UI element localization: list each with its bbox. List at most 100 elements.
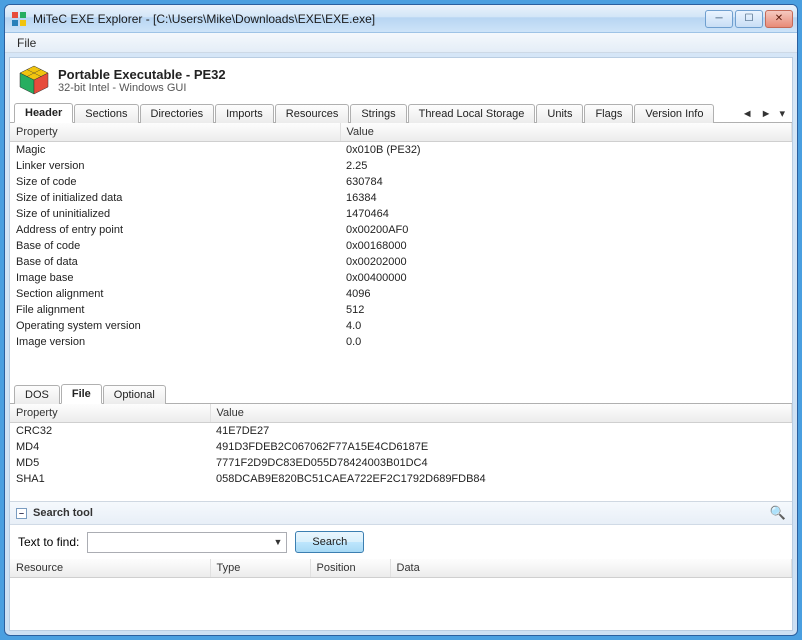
table-row[interactable]: CRC3241E7DE27	[10, 423, 792, 439]
main-tabs: HeaderSectionsDirectoriesImportsResource…	[10, 102, 792, 123]
search-button[interactable]: Search	[295, 531, 364, 553]
value-cell: 0.0	[340, 334, 792, 350]
property-cell: File alignment	[10, 302, 340, 318]
sub-tabs: DOSFileOptional	[10, 379, 792, 404]
value-cell: 0x00168000	[340, 238, 792, 254]
property-cell: CRC32	[10, 423, 210, 439]
table-row[interactable]: Image base0x00400000	[10, 270, 792, 286]
table-row[interactable]: Image version0.0	[10, 334, 792, 350]
table-row[interactable]: Operating system version4.0	[10, 318, 792, 334]
search-label: Text to find:	[18, 535, 79, 549]
table-row[interactable]: Size of uninitialized1470464	[10, 206, 792, 222]
table-row[interactable]: Size of initialized data16384	[10, 190, 792, 206]
column-header[interactable]: Property	[10, 123, 340, 142]
property-cell: SHA1	[10, 471, 210, 487]
value-cell: 512	[340, 302, 792, 318]
search-input[interactable]: ▼	[87, 532, 287, 553]
tab-header[interactable]: Header	[14, 103, 73, 123]
tab-dropdown-icon[interactable]: ▾	[776, 107, 788, 120]
tab-directories[interactable]: Directories	[140, 104, 215, 123]
main-grid-scroll[interactable]: PropertyValue Magic0x010B (PE32)Linker v…	[10, 123, 792, 379]
subtab-file[interactable]: File	[61, 384, 102, 404]
property-cell: Size of uninitialized	[10, 206, 340, 222]
table-row[interactable]: Magic0x010B (PE32)	[10, 142, 792, 159]
property-cell: Operating system version	[10, 318, 340, 334]
value-cell: 0x00202000	[340, 254, 792, 270]
table-row[interactable]: File alignment512	[10, 302, 792, 318]
property-cell: Size of initialized data	[10, 190, 340, 206]
results-grid: ResourceTypePositionData	[10, 559, 792, 604]
property-cell: Image base	[10, 270, 340, 286]
column-header[interactable]: Property	[10, 404, 210, 423]
property-cell: Linker version	[10, 158, 340, 174]
value-cell: 7771F2D9DC83ED055D78424003B01DC4	[210, 455, 792, 471]
table-row[interactable]: Address of entry point0x00200AF0	[10, 222, 792, 238]
column-header[interactable]: Position	[310, 559, 390, 578]
tab-strings[interactable]: Strings	[350, 104, 406, 123]
property-cell: Section alignment	[10, 286, 340, 302]
tab-scroll-controls: ◄ ► ▾	[739, 107, 788, 122]
tab-sections[interactable]: Sections	[74, 104, 138, 123]
column-header[interactable]: Type	[210, 559, 310, 578]
subtab-optional[interactable]: Optional	[103, 385, 166, 404]
column-header[interactable]: Resource	[10, 559, 210, 578]
tab-scroll-right-icon[interactable]: ►	[758, 108, 775, 120]
value-cell: 491D3FDEB2C067062F77A15E4CD6187E	[210, 439, 792, 455]
maximize-button[interactable]: ☐	[735, 10, 763, 28]
table-row[interactable]: Linker version2.25	[10, 158, 792, 174]
menubar: File	[5, 33, 797, 53]
tab-thread-local-storage[interactable]: Thread Local Storage	[408, 104, 536, 123]
property-cell: Base of code	[10, 238, 340, 254]
value-cell: 4096	[340, 286, 792, 302]
table-row[interactable]: MD4491D3FDEB2C067062F77A15E4CD6187E	[10, 439, 792, 455]
tab-scroll-left-icon[interactable]: ◄	[739, 108, 756, 120]
property-cell: Address of entry point	[10, 222, 340, 238]
menu-file[interactable]: File	[9, 34, 44, 52]
tab-imports[interactable]: Imports	[215, 104, 274, 123]
property-cell: Base of data	[10, 254, 340, 270]
tab-flags[interactable]: Flags	[584, 104, 633, 123]
subtab-dos[interactable]: DOS	[14, 385, 60, 404]
window-title: MiTeC EXE Explorer - [C:\Users\Mike\Down…	[33, 12, 705, 26]
value-cell: 058DCAB9E820BC51CAEA722EF2C1792D689FDB84	[210, 471, 792, 487]
hash-grid: PropertyValue CRC3241E7DE27MD4491D3FDEB2…	[10, 404, 792, 501]
search-panel-header: – Search tool 🔍	[10, 502, 792, 525]
property-cell: Magic	[10, 142, 340, 159]
value-cell: 0x010B (PE32)	[340, 142, 792, 159]
tab-units[interactable]: Units	[536, 104, 583, 123]
value-cell: 16384	[340, 190, 792, 206]
search-panel: – Search tool 🔍 Text to find: ▼ Search R…	[10, 501, 792, 604]
titlebar[interactable]: MiTeC EXE Explorer - [C:\Users\Mike\Down…	[5, 5, 797, 33]
close-button[interactable]: ✕	[765, 10, 793, 28]
app-window: MiTeC EXE Explorer - [C:\Users\Mike\Down…	[4, 4, 798, 636]
table-row[interactable]: Base of code0x00168000	[10, 238, 792, 254]
tab-version-info[interactable]: Version Info	[634, 104, 714, 123]
table-row[interactable]: Section alignment4096	[10, 286, 792, 302]
property-cell: MD4	[10, 439, 210, 455]
value-cell: 1470464	[340, 206, 792, 222]
file-header: Portable Executable - PE32 32-bit Intel …	[10, 58, 792, 102]
property-cell: Image version	[10, 334, 340, 350]
table-row[interactable]: Size of code630784	[10, 174, 792, 190]
cube-icon	[18, 64, 50, 96]
minimize-button[interactable]: ─	[705, 10, 733, 28]
dropdown-arrow-icon[interactable]: ▼	[273, 537, 282, 547]
table-row[interactable]: SHA1058DCAB9E820BC51CAEA722EF2C1792D689F…	[10, 471, 792, 487]
column-header[interactable]: Data	[390, 559, 792, 578]
magnifier-icon[interactable]: 🔍	[770, 505, 786, 521]
value-cell: 41E7DE27	[210, 423, 792, 439]
column-header[interactable]: Value	[210, 404, 792, 423]
app-icon	[11, 11, 27, 27]
column-header[interactable]: Value	[340, 123, 792, 142]
value-cell: 0x00200AF0	[340, 222, 792, 238]
property-cell: MD5	[10, 455, 210, 471]
tab-resources[interactable]: Resources	[275, 104, 350, 123]
value-cell: 4.0	[340, 318, 792, 334]
table-row[interactable]: Base of data0x00202000	[10, 254, 792, 270]
property-cell: Size of code	[10, 174, 340, 190]
collapse-toggle-icon[interactable]: –	[16, 508, 27, 519]
file-type-subtitle: 32-bit Intel - Windows GUI	[58, 82, 226, 94]
main-grid: PropertyValue Magic0x010B (PE32)Linker v…	[10, 123, 792, 379]
search-panel-title: Search tool	[33, 507, 93, 519]
table-row[interactable]: MD57771F2D9DC83ED055D78424003B01DC4	[10, 455, 792, 471]
